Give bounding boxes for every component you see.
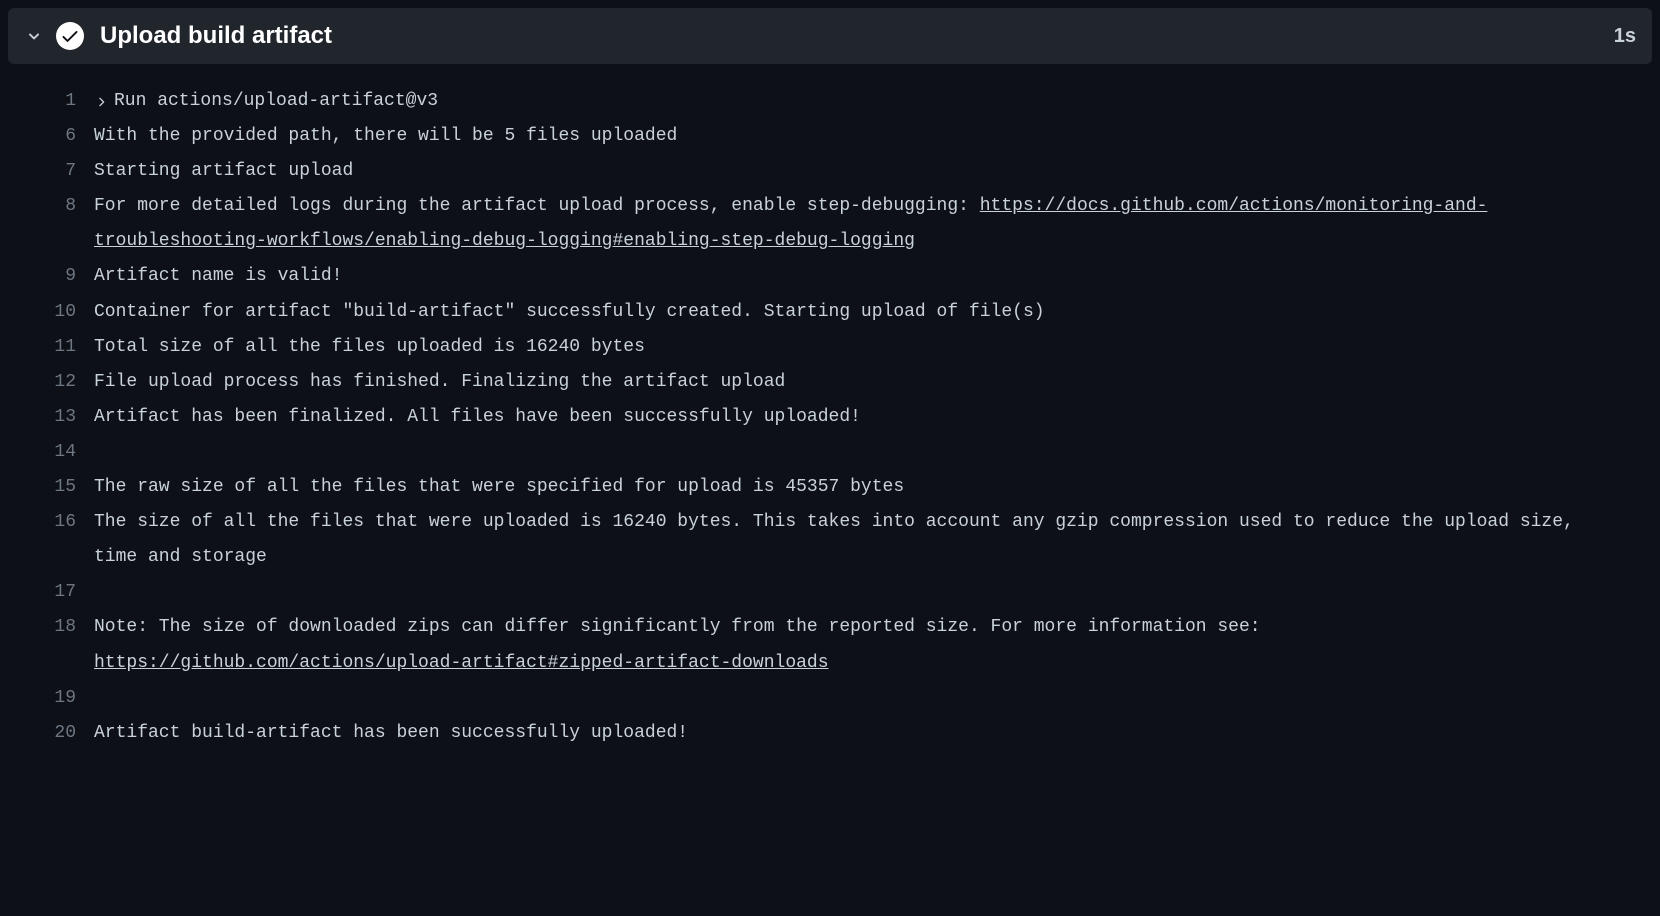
log-row: 10Container for artifact "build-artifact…: [24, 295, 1636, 330]
log-text: [94, 435, 1636, 470]
log-text: [94, 575, 1636, 610]
step-header[interactable]: Upload build artifact 1s: [8, 8, 1652, 64]
log-text: File upload process has finished. Finali…: [94, 365, 1636, 400]
line-number: 13: [24, 400, 94, 435]
log-row: 14: [24, 435, 1636, 470]
log-text: The size of all the files that were uplo…: [94, 505, 1636, 575]
log-output: 1Run actions/upload-artifact@v36With the…: [8, 64, 1652, 751]
log-text: Starting artifact upload: [94, 154, 1636, 189]
line-number: 20: [24, 716, 94, 751]
log-row: 9Artifact name is valid!: [24, 259, 1636, 294]
line-number: 19: [24, 681, 94, 716]
log-text: The raw size of all the files that were …: [94, 470, 1636, 505]
log-row: 12File upload process has finished. Fina…: [24, 365, 1636, 400]
line-number: 15: [24, 470, 94, 505]
line-number: 1: [24, 84, 94, 119]
line-number: 12: [24, 365, 94, 400]
log-row: 17: [24, 575, 1636, 610]
log-row: 15The raw size of all the files that wer…: [24, 470, 1636, 505]
success-check-icon: [56, 22, 84, 50]
log-text: Container for artifact "build-artifact" …: [94, 295, 1636, 330]
log-row: 19: [24, 681, 1636, 716]
log-row: 13Artifact has been finalized. All files…: [24, 400, 1636, 435]
log-row: 1 Run actions/upload-artifact@v3: [24, 84, 1636, 119]
fold-toggle[interactable]: Run actions/upload-artifact@v3: [94, 84, 1636, 119]
line-number: 7: [24, 154, 94, 189]
log-text-prefix: For more detailed logs during the artifa…: [94, 196, 980, 216]
log-text: [94, 681, 1636, 716]
log-row: 8For more detailed logs during the artif…: [24, 189, 1636, 259]
log-text: Run actions/upload-artifact@v3: [114, 84, 438, 119]
line-number: 10: [24, 295, 94, 330]
line-number: 8: [24, 189, 94, 224]
line-number: 9: [24, 259, 94, 294]
chevron-down-icon[interactable]: [24, 26, 44, 46]
caret-right-icon: [94, 95, 108, 109]
line-number: 18: [24, 610, 94, 645]
log-text: Total size of all the files uploaded is …: [94, 330, 1636, 365]
line-number: 16: [24, 505, 94, 540]
line-number: 14: [24, 435, 94, 470]
log-text: With the provided path, there will be 5 …: [94, 119, 1636, 154]
log-link[interactable]: https://github.com/actions/upload-artifa…: [94, 653, 829, 673]
log-row: 16The size of all the files that were up…: [24, 505, 1636, 575]
step-duration: 1s: [1614, 25, 1636, 48]
log-row: 7Starting artifact upload: [24, 154, 1636, 189]
line-number: 6: [24, 119, 94, 154]
log-text: For more detailed logs during the artifa…: [94, 189, 1636, 259]
log-text: Artifact has been finalized. All files h…: [94, 400, 1636, 435]
log-text: Artifact name is valid!: [94, 259, 1636, 294]
log-row: 20Artifact build-artifact has been succe…: [24, 716, 1636, 751]
log-row: 18Note: The size of downloaded zips can …: [24, 610, 1636, 680]
line-number: 11: [24, 330, 94, 365]
log-text-prefix: Note: The size of downloaded zips can di…: [94, 617, 1271, 637]
step-title: Upload build artifact: [100, 22, 1614, 50]
log-row: 11Total size of all the files uploaded i…: [24, 330, 1636, 365]
log-row: 6With the provided path, there will be 5…: [24, 119, 1636, 154]
line-number: 17: [24, 575, 94, 610]
log-text: Artifact build-artifact has been success…: [94, 716, 1636, 751]
log-text: Note: The size of downloaded zips can di…: [94, 610, 1636, 680]
